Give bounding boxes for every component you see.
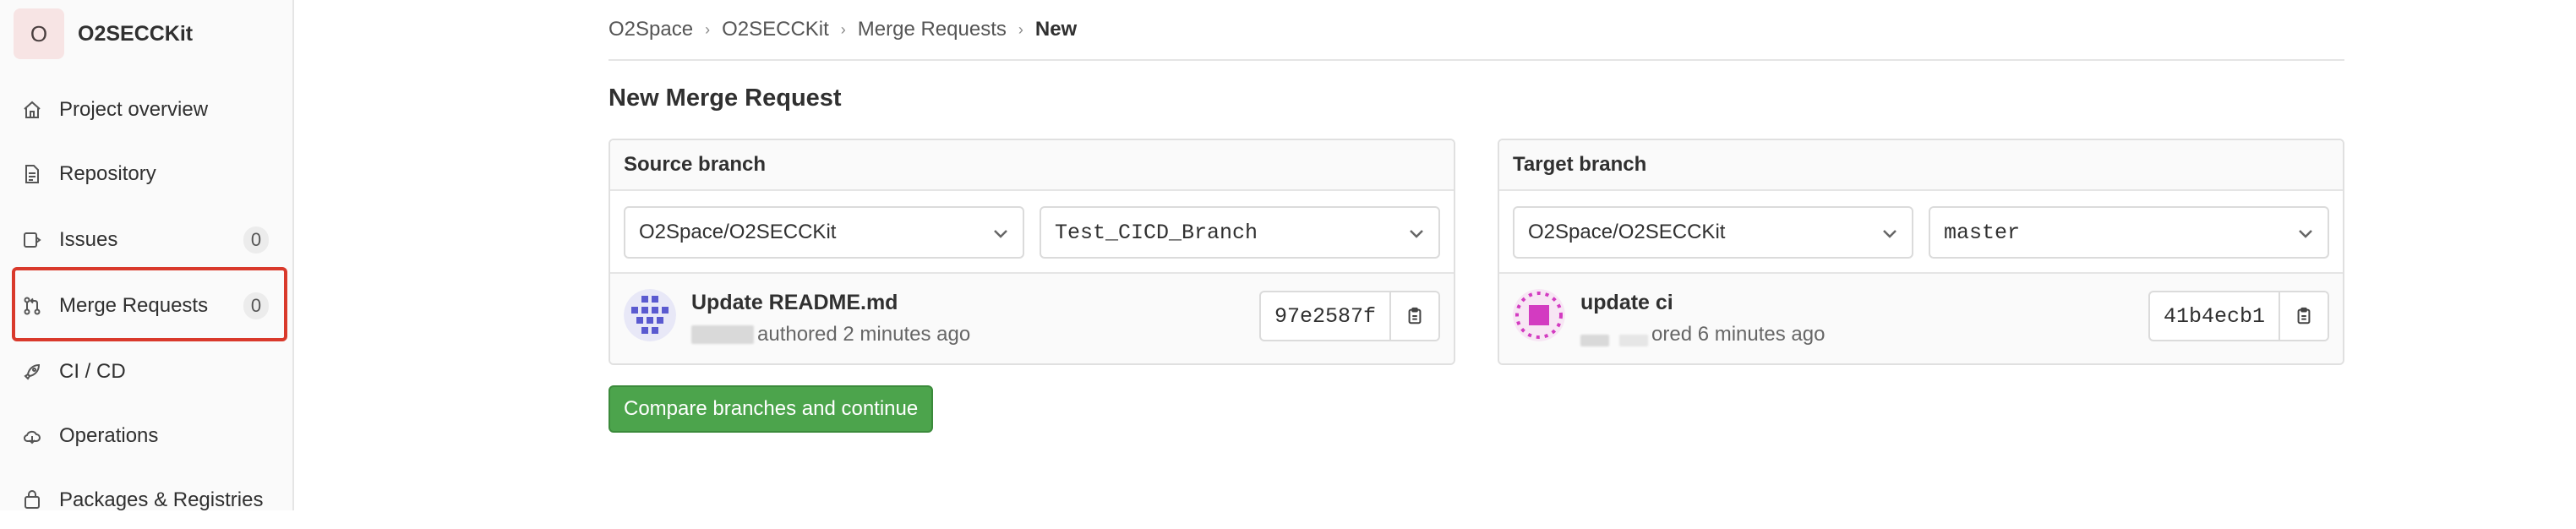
- chevron-right-icon: ›: [1018, 20, 1023, 38]
- breadcrumb-item-current: New: [1034, 18, 1078, 41]
- target-branch-heading: Target branch: [1499, 140, 2343, 191]
- home-icon: [20, 98, 44, 122]
- source-branch-heading: Source branch: [610, 140, 1454, 191]
- breadcrumb-item-project[interactable]: O2SECCKit: [722, 18, 829, 41]
- header-divider: [609, 59, 2344, 61]
- identicon-avatar[interactable]: [624, 289, 676, 341]
- source-project-value: O2Space/O2SECCKit: [639, 221, 837, 243]
- source-commit: Update README.md authored 2 minutes ago …: [610, 274, 1454, 363]
- target-branch-dropdown[interactable]: master: [1929, 206, 2329, 259]
- chevron-down-icon: [994, 230, 1007, 238]
- sidebar-item-repository[interactable]: Repository: [14, 145, 286, 203]
- target-commit-title[interactable]: update ci: [1580, 291, 1673, 315]
- page-title: New Merge Request: [609, 85, 842, 112]
- target-commit-meta: ored 6 minutes ago: [1580, 323, 1825, 346]
- sidebar-item-label: Issues: [59, 228, 118, 251]
- source-branch-dropdown[interactable]: Test_CICD_Branch: [1040, 206, 1440, 259]
- issues-icon: [20, 228, 44, 252]
- source-project-dropdown[interactable]: O2Space/O2SECCKit: [624, 206, 1024, 259]
- sidebar-item-label: Repository: [59, 162, 156, 185]
- sidebar: O O2SECCKit Project overview Repository …: [0, 0, 294, 511]
- source-branch-panel: Source branch O2Space/O2SECCKit Test_CIC…: [609, 139, 1455, 365]
- chevron-right-icon: ›: [705, 20, 711, 38]
- issues-count-badge: 0: [243, 226, 269, 254]
- source-commit-title[interactable]: Update README.md: [691, 291, 898, 315]
- breadcrumb: O2Space › O2SECCKit › Merge Requests › N…: [609, 15, 1077, 44]
- clipboard-icon: [1408, 307, 1422, 324]
- redacted-author: [691, 325, 754, 344]
- chevron-down-icon: [2299, 230, 2312, 238]
- breadcrumb-item-merge-requests[interactable]: Merge Requests: [858, 18, 1007, 41]
- document-icon: [20, 162, 44, 186]
- sidebar-item-merge-requests[interactable]: Merge Requests 0: [14, 277, 286, 335]
- redacted-author: [1619, 335, 1648, 346]
- target-project-value: O2Space/O2SECCKit: [1528, 221, 1726, 243]
- identicon-avatar[interactable]: [1513, 289, 1565, 341]
- sidebar-item-issues[interactable]: Issues 0: [14, 211, 286, 269]
- source-commit-sha-group: 97e2587f: [1258, 291, 1440, 341]
- chevron-down-icon: [1883, 230, 1897, 238]
- project-avatar[interactable]: O: [14, 8, 64, 59]
- copy-sha-button[interactable]: [1389, 292, 1438, 340]
- redacted-author: [1580, 335, 1609, 346]
- source-commit-sha[interactable]: 97e2587f: [1261, 292, 1389, 340]
- sidebar-item-packages-registries[interactable]: Packages & Registries: [14, 472, 286, 529]
- project-name[interactable]: O2SECCKit: [78, 22, 193, 46]
- target-commit-meta-text: ored 6 minutes ago: [1651, 323, 1826, 346]
- target-commit: update ci ored 6 minutes ago 41b4ecb1: [1499, 274, 2343, 363]
- cloud-icon: [20, 424, 44, 448]
- sidebar-item-project-overview[interactable]: Project overview: [14, 81, 286, 139]
- sidebar-item-operations[interactable]: Operations: [14, 407, 286, 465]
- merge-requests-count-badge: 0: [243, 292, 269, 319]
- merge-request-icon: [20, 294, 44, 318]
- sidebar-item-label: CI / CD: [59, 360, 126, 383]
- target-commit-sha[interactable]: 41b4ecb1: [2150, 292, 2279, 340]
- target-project-dropdown[interactable]: O2Space/O2SECCKit: [1513, 206, 1913, 259]
- clipboard-icon: [2297, 307, 2311, 324]
- rocket-icon: [20, 360, 44, 384]
- sidebar-item-label: Packages & Registries: [59, 488, 264, 511]
- source-commit-meta: authored 2 minutes ago: [691, 323, 970, 346]
- target-branch-value: master: [1944, 220, 2021, 245]
- source-commit-meta-text: authored 2 minutes ago: [757, 323, 971, 346]
- sidebar-item-label: Operations: [59, 424, 159, 447]
- copy-sha-button[interactable]: [2279, 292, 2328, 340]
- package-icon: [20, 488, 44, 512]
- target-commit-sha-group: 41b4ecb1: [2148, 291, 2329, 341]
- sidebar-item-label: Merge Requests: [59, 294, 209, 317]
- compare-branches-button[interactable]: Compare branches and continue: [609, 385, 934, 433]
- chevron-right-icon: ›: [840, 20, 846, 38]
- sidebar-item-label: Project overview: [59, 98, 209, 121]
- sidebar-item-ci-cd[interactable]: CI / CD: [14, 343, 286, 401]
- target-branch-panel: Target branch O2Space/O2SECCKit master u…: [1498, 139, 2344, 365]
- chevron-down-icon: [1410, 230, 1423, 238]
- project-header[interactable]: O O2SECCKit: [14, 7, 193, 61]
- source-branch-value: Test_CICD_Branch: [1055, 220, 1258, 245]
- breadcrumb-item-group[interactable]: O2Space: [609, 18, 693, 41]
